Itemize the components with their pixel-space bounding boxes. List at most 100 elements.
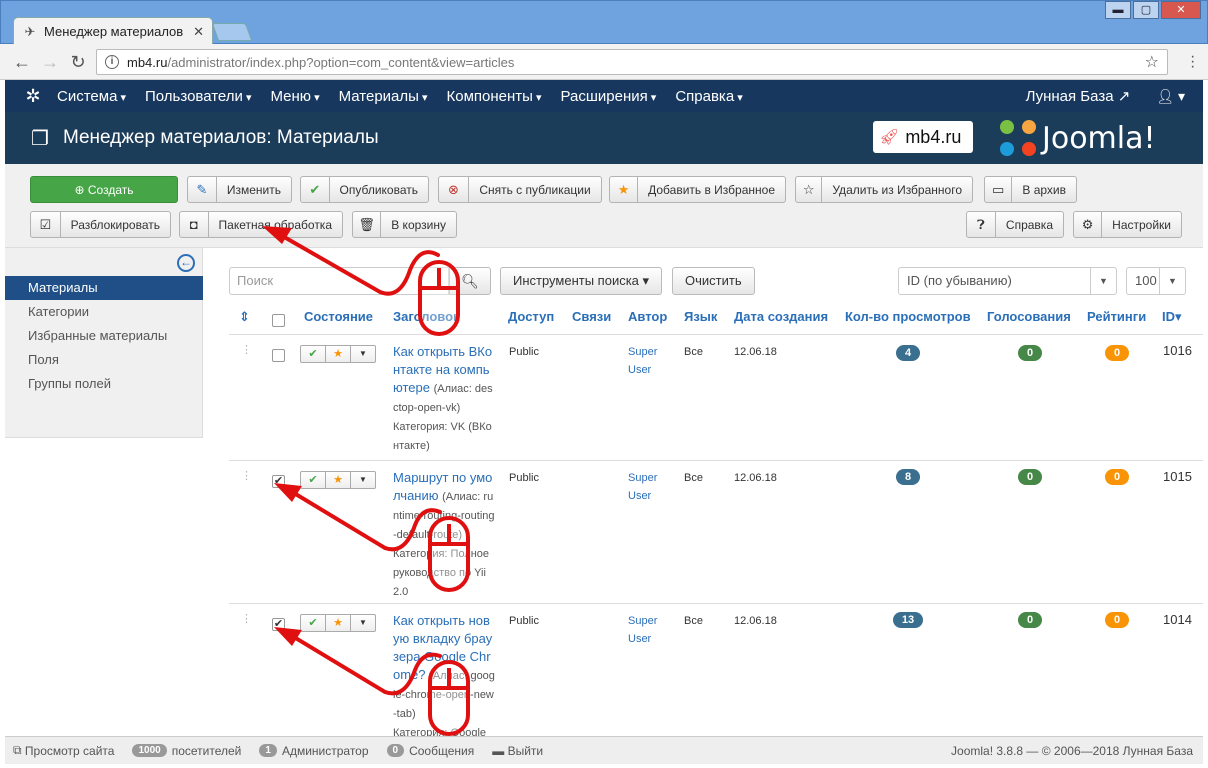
sidebar-item-articles[interactable]: Материалы <box>5 276 203 300</box>
row-actions-icon[interactable]: ▼ <box>351 472 375 488</box>
browser-menu-icon[interactable]: · · · <box>1190 49 1196 75</box>
menu-system[interactable]: Система <box>57 88 126 105</box>
close-window-button[interactable]: ✕ <box>1161 1 1201 19</box>
sidebar-item-featured[interactable]: Избранные материалы <box>5 324 203 348</box>
trash-icon: 🗑︎ <box>353 212 382 237</box>
new-tab-button[interactable] <box>211 23 253 41</box>
sidebar-item-categories[interactable]: Категории <box>5 300 203 324</box>
unpublish-button[interactable]: ⊗ Снять с публикации <box>438 176 602 203</box>
copy-icon: ❐ <box>31 127 49 150</box>
menu-content[interactable]: Материалы <box>339 88 428 105</box>
th-ratings[interactable]: Рейтинги <box>1087 309 1146 324</box>
close-tab-icon[interactable]: ✕ <box>193 24 204 40</box>
drag-handle-icon[interactable]: ⋮ <box>241 471 252 482</box>
joomla-menu-icon[interactable]: ✲ <box>19 86 47 107</box>
sidebar-item-field-groups[interactable]: Группы полей <box>5 372 203 396</box>
menu-extensions[interactable]: Расширения <box>561 88 657 105</box>
th-votes[interactable]: Голосования <box>987 309 1071 324</box>
rocket-icon: 🚀︎ <box>879 129 900 146</box>
id-cell: 1014 <box>1163 612 1192 627</box>
featured-icon[interactable]: ★ <box>326 346 351 362</box>
user-icon[interactable]: 👤︎ ▾ <box>1156 88 1185 105</box>
minimize-button[interactable]: ▬ <box>1105 1 1131 19</box>
reload-icon[interactable]: ↻ <box>68 52 88 72</box>
status-buttons: ✔ ★ ▼ <box>300 471 376 489</box>
messages-link[interactable]: 0 Сообщения <box>386 744 474 758</box>
th-hits[interactable]: Кол-во просмотров <box>845 309 971 324</box>
featured-icon[interactable]: ★ <box>326 472 351 488</box>
options-button[interactable]: ⚙ Настройки <box>1073 211 1182 238</box>
browser-tab[interactable]: ✈ Менеджер материалов ✕ <box>13 17 213 45</box>
drag-handle-icon[interactable]: ⋮ <box>241 614 252 625</box>
author-link[interactable]: Super User <box>628 343 668 379</box>
th-title[interactable]: Заголовок <box>393 309 460 324</box>
row-checkbox[interactable]: ✔ <box>272 475 285 488</box>
minus-icon: ▬ <box>492 743 508 758</box>
author-link[interactable]: Super User <box>628 612 668 648</box>
published-icon[interactable]: ✔ <box>301 472 326 488</box>
view-site-label: Просмотр сайта <box>24 743 115 758</box>
admins-label: Администратор <box>281 743 369 758</box>
th-access[interactable]: Доступ <box>508 309 554 324</box>
search-icon: 🔍︎ <box>461 273 479 289</box>
row-actions-icon[interactable]: ▼ <box>351 615 375 631</box>
featured-icon[interactable]: ★ <box>326 615 351 631</box>
trash-button[interactable]: 🗑︎ В корзину <box>352 211 457 238</box>
limit-select[interactable]: 100 ▼ <box>1126 267 1186 295</box>
th-status[interactable]: Состояние <box>304 309 373 324</box>
th-author[interactable]: Автор <box>628 309 667 324</box>
url-bar[interactable]: i mb4.ru /administrator/index.php?option… <box>96 49 1168 75</box>
sidebar-item-fields[interactable]: Поля <box>5 348 203 372</box>
access-cell: Public <box>509 472 539 484</box>
th-associations[interactable]: Связи <box>572 309 611 324</box>
joomla-mark-icon <box>1000 120 1036 156</box>
checkbox-icon: ☑ <box>31 212 61 237</box>
menu-menus[interactable]: Меню <box>270 88 319 105</box>
th-date[interactable]: Дата создания <box>734 309 828 324</box>
th-id[interactable]: ID▾ <box>1162 309 1182 325</box>
checkin-button[interactable]: ☑ Разблокировать <box>30 211 171 238</box>
clear-button[interactable]: Очистить <box>672 267 755 295</box>
row-actions-icon[interactable]: ▼ <box>351 346 375 362</box>
th-language[interactable]: Язык <box>684 309 717 324</box>
menu-users[interactable]: Пользователи <box>145 88 251 105</box>
question-icon: ❓︎ <box>967 212 996 237</box>
admins-link[interactable]: 1 Администратор <box>259 743 369 758</box>
info-icon[interactable]: i <box>105 55 119 69</box>
ordering-column-icon[interactable]: ⇕ <box>239 309 250 325</box>
row-checkbox[interactable]: ✔ <box>272 618 285 631</box>
edit-button[interactable]: ✎ Изменить <box>187 176 292 203</box>
visitors-link[interactable]: 1000 посетителей <box>132 744 241 758</box>
bookmark-star-icon[interactable]: ☆ <box>1145 52 1159 72</box>
address-toolbar: ← → ↻ i mb4.ru /administrator/index.php?… <box>0 44 1208 80</box>
drag-handle-icon[interactable]: ⋮ <box>241 345 252 356</box>
language-cell: Все <box>684 615 703 627</box>
archive-button[interactable]: ▭ В архив <box>984 176 1077 203</box>
select-all-checkbox[interactable] <box>272 314 285 327</box>
author-link[interactable]: Super User <box>628 469 668 505</box>
back-icon[interactable]: ← <box>12 52 32 72</box>
help-button[interactable]: ❓︎ Справка <box>966 211 1064 238</box>
site-link[interactable]: Лунная База ↗ <box>1026 87 1131 105</box>
logout-link[interactable]: ▬ Выйти <box>492 744 543 758</box>
view-site-link[interactable]: ⧉ Просмотр сайта <box>13 743 114 758</box>
published-icon[interactable]: ✔ <box>301 346 326 362</box>
published-icon[interactable]: ✔ <box>301 615 326 631</box>
unfeature-button[interactable]: ☆ Удалить из Избранного <box>795 176 973 203</box>
search-tools-button[interactable]: Инструменты поиска ▾ <box>500 267 663 295</box>
forward-icon[interactable]: → <box>40 52 60 72</box>
menu-components[interactable]: Компоненты <box>447 88 542 105</box>
search-input[interactable]: Поиск <box>229 267 449 295</box>
collapse-sidebar-icon[interactable]: ← <box>177 254 195 272</box>
menu-help[interactable]: Справка <box>675 88 742 105</box>
ordering-value: ID (по убыванию) <box>907 273 1012 288</box>
create-button[interactable]: ⊕ Создать <box>30 176 178 203</box>
maximize-button[interactable]: ▢ <box>1133 1 1159 19</box>
language-cell: Все <box>684 472 703 484</box>
search-button[interactable]: 🔍︎ <box>449 267 491 295</box>
publish-button[interactable]: ✔ Опубликовать <box>300 176 429 203</box>
feature-button[interactable]: ★ Добавить в Избранное <box>609 176 786 203</box>
ordering-select[interactable]: ID (по убыванию) ▼ <box>898 267 1117 295</box>
row-checkbox[interactable] <box>272 349 285 362</box>
batch-button[interactable]: ◘ Пакетная обработка <box>179 211 343 238</box>
